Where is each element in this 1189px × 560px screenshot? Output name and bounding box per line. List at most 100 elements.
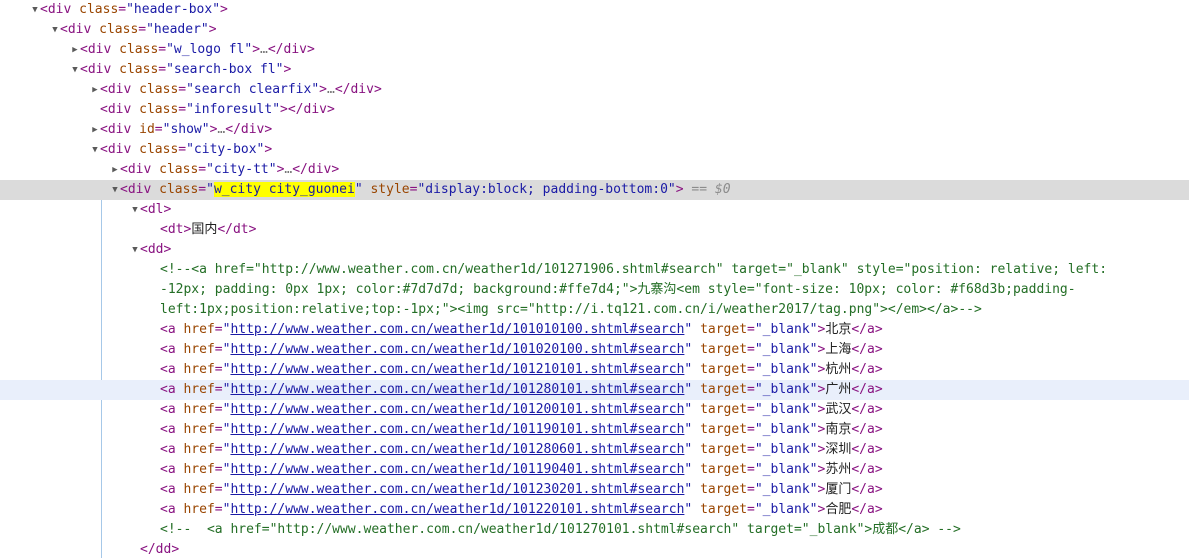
attribute-name: class (139, 82, 179, 97)
attribute-value: "show" (162, 122, 210, 137)
collapse-triangle-icon[interactable]: ▼ (90, 140, 100, 160)
dom-tree-row[interactable]: ▼</dd> (0, 540, 1189, 560)
punctuation: > (874, 502, 883, 517)
punctuation: = (747, 342, 755, 357)
attribute-value: "city-tt" (206, 162, 277, 177)
punctuation: < (160, 482, 168, 497)
tag-name: a (866, 362, 875, 377)
attribute-value-link[interactable]: http://www.weather.com.cn/weather1d/1010… (230, 322, 684, 337)
attribute-value-link[interactable]: http://www.weather.com.cn/weather1d/1010… (230, 342, 684, 357)
attribute-value-link[interactable]: http://www.weather.com.cn/weather1d/1012… (230, 482, 684, 497)
attribute-value-link[interactable]: http://www.weather.com.cn/weather1d/1011… (230, 462, 684, 477)
collapse-triangle-icon[interactable]: ▼ (130, 200, 140, 220)
punctuation: < (160, 362, 168, 377)
dom-tree-row[interactable]: ▼<a href="http://www.weather.com.cn/weat… (0, 460, 1189, 480)
tag-name: a (866, 442, 875, 457)
tag-name: div (307, 162, 332, 177)
punctuation: = (214, 382, 223, 397)
dom-tree-row[interactable]: ▶ <div class="w_logo fl">…</div> (0, 40, 1189, 60)
dom-tree-row[interactable]: ▼<a href="http://www.weather.com.cn/weat… (0, 400, 1189, 420)
text-node: 国内 (191, 222, 218, 237)
attribute-value-link[interactable]: http://www.weather.com.cn/weather1d/1012… (230, 502, 684, 517)
dom-tree-row[interactable]: ▼-12px; padding: 0px 1px; color:#7d7d7d;… (0, 280, 1189, 300)
dom-tree-row[interactable]: ▼left:1px;position:relative;top:-1px;"><… (0, 300, 1189, 320)
tag-name: a (866, 502, 875, 517)
attribute-value-link[interactable]: http://www.weather.com.cn/weather1d/1011… (230, 422, 684, 437)
tag-name: a (866, 322, 875, 337)
attribute-value: "_blank" (754, 482, 818, 497)
dom-tree-row[interactable]: ▶ <div class="search clearfix">…</div> (0, 80, 1189, 100)
attribute-name: target (700, 322, 748, 337)
punctuation: < (80, 42, 88, 57)
punctuation: < (120, 182, 128, 197)
attribute-value: " (206, 182, 214, 197)
dom-tree-row[interactable]: ▼<a href="http://www.weather.com.cn/weat… (0, 440, 1189, 460)
attribute-value: "header" (146, 22, 209, 37)
attribute-value: "header-box" (126, 2, 221, 17)
punctuation: < (100, 102, 108, 117)
dom-tree-row[interactable]: ▼ <div class="search-box fl"> (0, 60, 1189, 80)
punctuation: > (307, 42, 315, 57)
dom-tree-row[interactable]: ▼<!--<a href="http://www.weather.com.cn/… (0, 260, 1189, 280)
dom-tree-row[interactable]: ▼<a href="http://www.weather.com.cn/weat… (0, 360, 1189, 380)
attribute-value: "_blank" (754, 442, 818, 457)
dom-tree-row[interactable]: ▶ <div class="city-tt">…</div> (0, 160, 1189, 180)
punctuation: </ (851, 322, 867, 337)
punctuation: > (373, 82, 382, 97)
attribute-name: id (139, 122, 155, 137)
dom-tree-row[interactable]: ▼<div class="inforesult"></div> (0, 100, 1189, 120)
dom-tree-row[interactable]: ▼<a href="http://www.weather.com.cn/weat… (0, 480, 1189, 500)
punctuation: < (40, 2, 48, 17)
expand-triangle-icon[interactable]: ▶ (90, 120, 100, 140)
dom-tree-row[interactable]: ▼<a href="http://www.weather.com.cn/weat… (0, 320, 1189, 340)
punctuation: </ (851, 482, 867, 497)
dom-tree[interactable]: ▼ <div class="header-box"> ▼ <div class="he… (0, 0, 1189, 558)
dom-tree-row[interactable]: ▼<!-- <a href="http://www.weather.com.cn… (0, 520, 1189, 540)
dom-tree-row[interactable]: ▼ <div class="city-box"> (0, 140, 1189, 160)
punctuation: < (140, 242, 148, 257)
no-disclosure-spacer: ▼ (150, 400, 160, 420)
dom-tree-row[interactable]: ▼ <dd> (0, 240, 1189, 260)
dom-tree-row[interactable]: ▼ <div class="header"> (0, 20, 1189, 40)
attribute-name: href (183, 442, 215, 457)
dom-tree-row[interactable]: ▼<a href="http://www.weather.com.cn/weat… (0, 500, 1189, 520)
attribute-value: "search-box fl" (166, 62, 284, 77)
attribute-value-link[interactable]: http://www.weather.com.cn/weather1d/1012… (230, 442, 684, 457)
attribute-name: target (700, 422, 748, 437)
attribute-name: href (183, 422, 215, 437)
attribute-name: target (700, 382, 748, 397)
collapse-triangle-icon[interactable]: ▼ (110, 180, 120, 200)
dom-tree-row[interactable]: ▼<a href="http://www.weather.com.cn/weat… (0, 420, 1189, 440)
punctuation: > (874, 342, 883, 357)
collapse-triangle-icon[interactable]: ▼ (70, 60, 80, 80)
text-node: 杭州 (825, 362, 852, 377)
dom-tree-row[interactable]: ▶ <div id="show">…</div> (0, 120, 1189, 140)
dom-tree-row[interactable]: ▼ <div class="w_city city_guonei" style="… (0, 180, 1189, 200)
punctuation: < (160, 222, 168, 237)
dom-tree-row[interactable]: ▼<dt>国内</dt> (0, 220, 1189, 240)
dom-tree-row[interactable]: ▼ <dl> (0, 200, 1189, 220)
attribute-value-link[interactable]: http://www.weather.com.cn/weather1d/1012… (230, 402, 684, 417)
collapse-triangle-icon[interactable]: ▼ (130, 240, 140, 260)
attribute-value-link[interactable]: http://www.weather.com.cn/weather1d/1012… (230, 382, 684, 397)
expand-triangle-icon[interactable]: ▶ (90, 80, 100, 100)
punctuation: = (198, 162, 207, 177)
collapse-triangle-icon[interactable]: ▼ (50, 20, 60, 40)
punctuation: = (747, 462, 755, 477)
expand-triangle-icon[interactable]: ▶ (110, 160, 120, 180)
tag-name: a (866, 422, 875, 437)
tag-name: div (107, 142, 132, 157)
collapse-triangle-icon[interactable]: ▼ (30, 0, 40, 20)
tag-name: a (167, 342, 176, 357)
punctuation: > (331, 162, 340, 177)
dom-tree-row[interactable]: ▼ <div class="header-box"> (0, 0, 1189, 20)
expand-triangle-icon[interactable]: ▶ (70, 40, 80, 60)
attribute-value-link[interactable]: http://www.weather.com.cn/weather1d/1012… (230, 362, 684, 377)
punctuation: = (214, 322, 223, 337)
dom-tree-row[interactable]: ▼<a href="http://www.weather.com.cn/weat… (0, 380, 1189, 400)
dom-tree-row[interactable]: ▼<a href="http://www.weather.com.cn/weat… (0, 340, 1189, 360)
